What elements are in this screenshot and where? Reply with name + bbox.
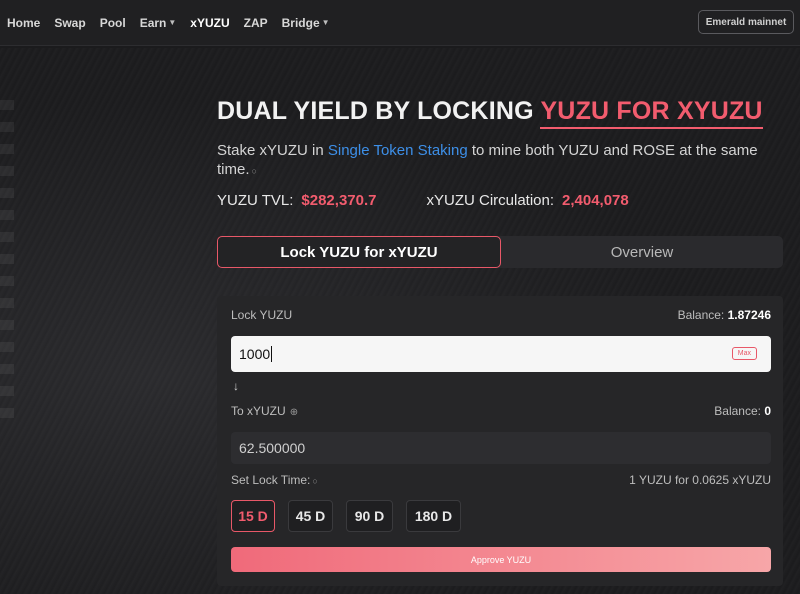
page-title: DUAL YIELD BY LOCKING YUZU FOR XYUZU: [217, 97, 763, 129]
stat-tvl: YUZU TVL: $282,370.7: [217, 192, 376, 209]
conversion-rate: 1 YUZU for 0.0625 xYUZU: [629, 473, 771, 487]
receive-amount-field: 62.500000: [231, 432, 771, 464]
nav-label: ZAP: [243, 15, 268, 30]
nav-item-swap[interactable]: Swap: [54, 16, 85, 30]
nav-label: Earn: [139, 15, 167, 30]
lock-row: Lock YUZU Balance: 1.87246: [231, 308, 771, 322]
tab-overview[interactable]: Overview: [501, 236, 783, 268]
plus-circle-icon[interactable]: ⊕: [290, 407, 298, 418]
nav-label: Pool: [99, 15, 126, 30]
duration-15d-button[interactable]: 15 D: [231, 500, 275, 532]
nav-label: Home: [7, 15, 41, 30]
info-icon[interactable]: ○: [312, 476, 317, 486]
tab-bar: Lock YUZU for xYUZU Overview: [217, 236, 783, 268]
nav-item-bridge[interactable]: Bridge ▼: [282, 16, 330, 30]
approve-button[interactable]: Approve YUZU: [231, 547, 771, 572]
nav-label: Swap: [54, 15, 86, 30]
lock-duration-options: 15 D 45 D 90 D 180 D: [231, 500, 474, 532]
balance-value: 1.87246: [727, 308, 771, 322]
tab-lock[interactable]: Lock YUZU for xYUZU: [217, 236, 501, 268]
duration-45d-button[interactable]: 45 D: [288, 500, 333, 532]
nav-item-earn[interactable]: Earn ▼: [140, 16, 177, 30]
background-decoration: [0, 100, 14, 420]
subtitle-text: Stake xYUZU in: [217, 142, 328, 159]
stat-circulation: xYUZU Circulation: 2,404,078: [426, 192, 628, 209]
nav-label: xYUZU: [190, 15, 230, 30]
lock-label: Lock YUZU: [231, 308, 293, 322]
stat-label: xYUZU Circulation:: [426, 192, 555, 209]
duration-90d-button[interactable]: 90 D: [346, 500, 393, 532]
stat-value: 2,404,078: [562, 192, 629, 209]
lock-time-label: Set Lock Time:: [231, 473, 311, 487]
nav-item-pool[interactable]: Pool: [100, 16, 126, 30]
lock-balance: Balance: 1.87246: [678, 308, 771, 322]
arrow-down-icon: ↓: [233, 379, 239, 393]
network-button[interactable]: Emerald mainnet: [698, 10, 794, 34]
duration-180d-button[interactable]: 180 D: [406, 500, 461, 532]
info-icon[interactable]: ○: [252, 166, 257, 176]
page-subtitle: Stake xYUZU in Single Token Staking to m…: [217, 141, 787, 181]
lock-amount-input[interactable]: 1000 Max: [231, 336, 771, 372]
single-token-staking-link[interactable]: Single Token Staking: [328, 142, 468, 159]
nav-item-zap[interactable]: ZAP: [244, 16, 268, 30]
nav-item-xyuzu[interactable]: xYUZU: [190, 16, 229, 30]
lock-panel: Lock YUZU Balance: 1.87246 1000 Max ↓ To…: [217, 296, 783, 586]
receive-row: To xYUZU ⊕ Balance: 0: [231, 404, 771, 418]
top-nav: Home Swap Pool Earn ▼ xYUZU ZAP Bridge ▼ E…: [0, 0, 800, 46]
text-cursor: [271, 346, 273, 362]
receive-label: To xYUZU: [231, 404, 286, 418]
max-button[interactable]: Max: [731, 347, 757, 360]
nav-item-home[interactable]: Home: [7, 16, 40, 30]
balance-label: Balance:: [677, 308, 725, 322]
receive-balance: Balance: 0: [714, 404, 771, 418]
chevron-down-icon: ▼: [321, 18, 330, 27]
lock-time-row: Set Lock Time: ○ 1 YUZU for 0.0625 xYUZU: [231, 473, 771, 487]
stats-row: YUZU TVL: $282,370.7 xYUZU Circulation: …: [217, 192, 629, 209]
stat-value: $282,370.7: [301, 192, 377, 209]
balance-label: Balance:: [714, 404, 761, 418]
stat-label: YUZU TVL:: [217, 192, 294, 209]
lock-amount-value: 1000: [239, 346, 271, 362]
lock-time-label-wrap: Set Lock Time: ○: [231, 473, 318, 487]
nav-label: Bridge: [281, 15, 320, 30]
balance-value: 0: [764, 404, 771, 418]
chevron-down-icon: ▼: [168, 18, 177, 27]
receive-label-wrap: To xYUZU ⊕: [231, 404, 298, 418]
title-prefix: DUAL YIELD BY LOCKING: [217, 97, 541, 125]
title-highlight: YUZU FOR XYUZU: [540, 97, 763, 129]
